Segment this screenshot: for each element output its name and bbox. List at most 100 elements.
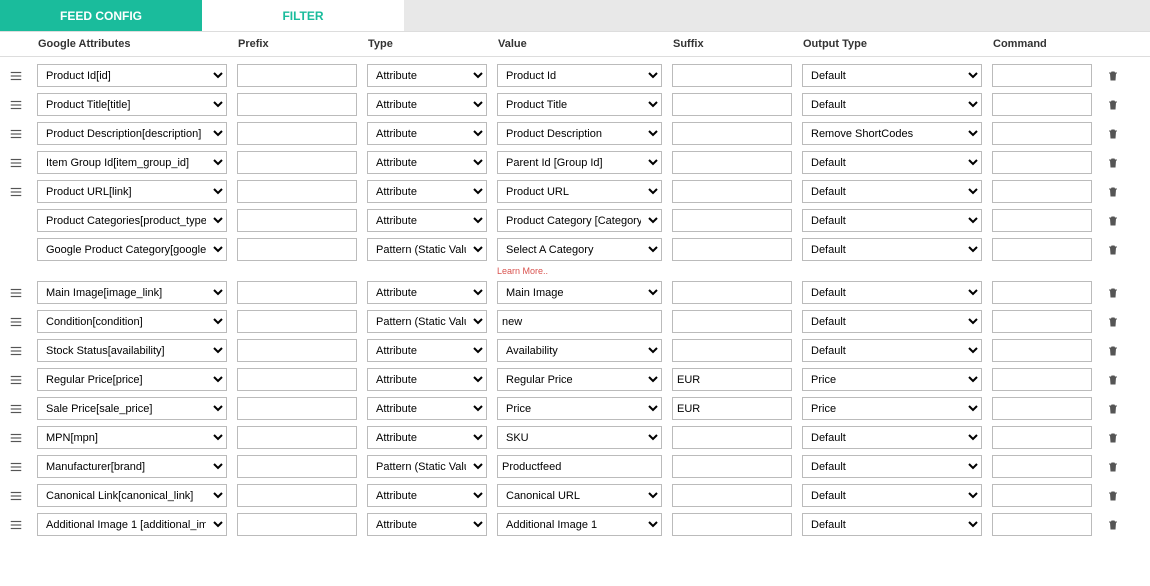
delete-icon[interactable]: [1097, 69, 1129, 83]
command-input[interactable]: [992, 238, 1092, 261]
type-select[interactable]: Attribute: [367, 180, 487, 203]
suffix-input[interactable]: [672, 151, 792, 174]
value-select[interactable]: Availability: [497, 339, 662, 362]
suffix-input[interactable]: [672, 238, 792, 261]
type-select[interactable]: Attribute: [367, 64, 487, 87]
type-select[interactable]: Attribute: [367, 426, 487, 449]
value-select[interactable]: Price: [497, 397, 662, 420]
type-select[interactable]: Attribute: [367, 281, 487, 304]
output-type-select[interactable]: Default: [802, 151, 982, 174]
output-type-select[interactable]: Default: [802, 64, 982, 87]
google-attribute-select[interactable]: Product Description[description]: [37, 122, 227, 145]
suffix-input[interactable]: [672, 122, 792, 145]
command-input[interactable]: [992, 122, 1092, 145]
value-select[interactable]: Canonical URL: [497, 484, 662, 507]
prefix-input[interactable]: [237, 484, 357, 507]
prefix-input[interactable]: [237, 513, 357, 536]
delete-icon[interactable]: [1097, 156, 1129, 170]
drag-handle-icon[interactable]: [0, 373, 32, 387]
suffix-input[interactable]: [672, 93, 792, 116]
output-type-select[interactable]: Default: [802, 310, 982, 333]
google-attribute-select[interactable]: Regular Price[price]: [37, 368, 227, 391]
suffix-input[interactable]: [672, 397, 792, 420]
prefix-input[interactable]: [237, 368, 357, 391]
tab-feed-config[interactable]: FEED CONFIG: [0, 0, 202, 31]
tab-filter[interactable]: FILTER: [202, 0, 404, 31]
google-attribute-select[interactable]: Product Title[title]: [37, 93, 227, 116]
google-attribute-select[interactable]: Product Categories[product_type]: [37, 209, 227, 232]
delete-icon[interactable]: [1097, 315, 1129, 329]
command-input[interactable]: [992, 151, 1092, 174]
suffix-input[interactable]: [672, 455, 792, 478]
output-type-select[interactable]: Default: [802, 281, 982, 304]
delete-icon[interactable]: [1097, 214, 1129, 228]
output-type-select[interactable]: Price: [802, 397, 982, 420]
value-select[interactable]: Product Category [Category Path]: [497, 209, 662, 232]
suffix-input[interactable]: [672, 368, 792, 391]
delete-icon[interactable]: [1097, 243, 1129, 257]
suffix-input[interactable]: [672, 484, 792, 507]
suffix-input[interactable]: [672, 513, 792, 536]
value-select[interactable]: Product URL: [497, 180, 662, 203]
command-input[interactable]: [992, 310, 1092, 333]
google-attribute-select[interactable]: Google Product Category[google_product_c…: [37, 238, 227, 261]
drag-handle-icon[interactable]: [0, 69, 32, 83]
command-input[interactable]: [992, 339, 1092, 362]
value-select[interactable]: Select A Category: [497, 238, 662, 261]
prefix-input[interactable]: [237, 397, 357, 420]
suffix-input[interactable]: [672, 310, 792, 333]
drag-handle-icon[interactable]: [0, 518, 32, 532]
type-select[interactable]: Pattern (Static Value): [367, 310, 487, 333]
google-attribute-select[interactable]: Item Group Id[item_group_id]: [37, 151, 227, 174]
suffix-input[interactable]: [672, 426, 792, 449]
output-type-select[interactable]: Default: [802, 426, 982, 449]
value-select[interactable]: Regular Price: [497, 368, 662, 391]
type-select[interactable]: Pattern (Static Value): [367, 455, 487, 478]
output-type-select[interactable]: Default: [802, 180, 982, 203]
drag-handle-icon[interactable]: [0, 286, 32, 300]
type-select[interactable]: Attribute: [367, 368, 487, 391]
command-input[interactable]: [992, 180, 1092, 203]
drag-handle-icon[interactable]: [0, 431, 32, 445]
value-select[interactable]: Product Title: [497, 93, 662, 116]
prefix-input[interactable]: [237, 455, 357, 478]
command-input[interactable]: [992, 484, 1092, 507]
command-input[interactable]: [992, 281, 1092, 304]
type-select[interactable]: Attribute: [367, 209, 487, 232]
output-type-select[interactable]: Default: [802, 455, 982, 478]
command-input[interactable]: [992, 455, 1092, 478]
output-type-select[interactable]: Default: [802, 238, 982, 261]
prefix-input[interactable]: [237, 281, 357, 304]
command-input[interactable]: [992, 209, 1092, 232]
value-select[interactable]: Product Id: [497, 64, 662, 87]
command-input[interactable]: [992, 93, 1092, 116]
type-select[interactable]: Attribute: [367, 93, 487, 116]
prefix-input[interactable]: [237, 238, 357, 261]
prefix-input[interactable]: [237, 151, 357, 174]
suffix-input[interactable]: [672, 209, 792, 232]
google-attribute-select[interactable]: Manufacturer[brand]: [37, 455, 227, 478]
output-type-select[interactable]: Price: [802, 368, 982, 391]
prefix-input[interactable]: [237, 93, 357, 116]
command-input[interactable]: [992, 397, 1092, 420]
delete-icon[interactable]: [1097, 127, 1129, 141]
output-type-select[interactable]: Default: [802, 484, 982, 507]
suffix-input[interactable]: [672, 180, 792, 203]
delete-icon[interactable]: [1097, 286, 1129, 300]
google-attribute-select[interactable]: Sale Price[sale_price]: [37, 397, 227, 420]
value-select[interactable]: Product Description: [497, 122, 662, 145]
type-select[interactable]: Pattern (Static Value): [367, 238, 487, 261]
suffix-input[interactable]: [672, 339, 792, 362]
command-input[interactable]: [992, 64, 1092, 87]
type-select[interactable]: Attribute: [367, 484, 487, 507]
value-select[interactable]: Additional Image 1: [497, 513, 662, 536]
type-select[interactable]: Attribute: [367, 122, 487, 145]
type-select[interactable]: Attribute: [367, 339, 487, 362]
value-input[interactable]: [497, 310, 662, 333]
value-select[interactable]: Main Image: [497, 281, 662, 304]
type-select[interactable]: Attribute: [367, 397, 487, 420]
output-type-select[interactable]: Default: [802, 339, 982, 362]
command-input[interactable]: [992, 426, 1092, 449]
value-select[interactable]: SKU: [497, 426, 662, 449]
drag-handle-icon[interactable]: [0, 156, 32, 170]
